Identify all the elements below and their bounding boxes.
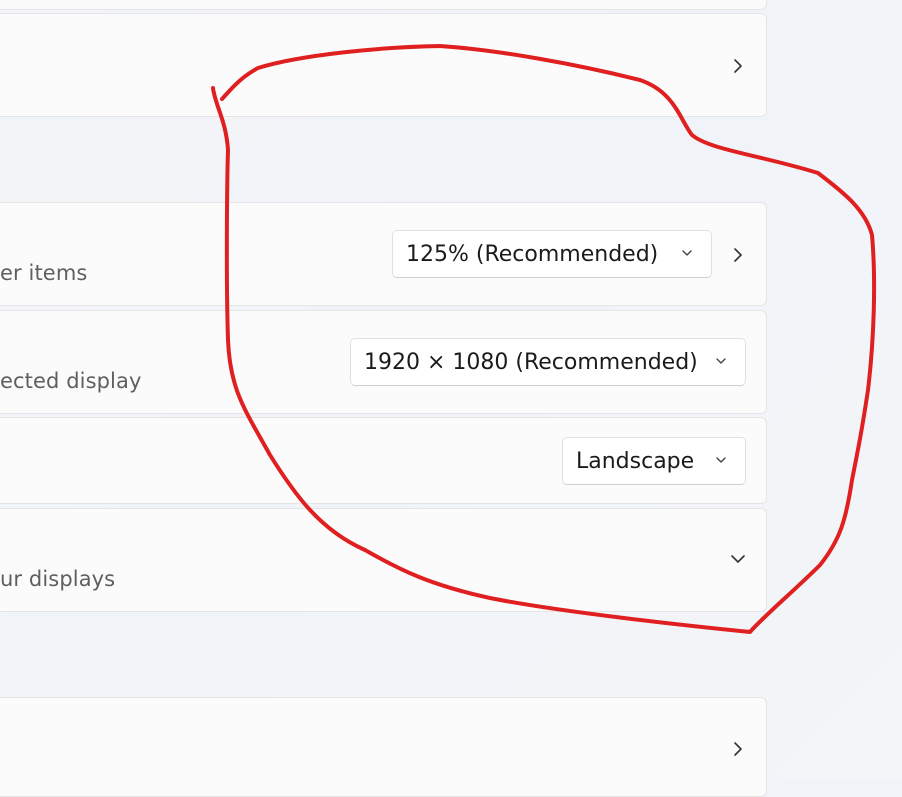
settings-row-top[interactable]	[0, 13, 767, 117]
chevron-down-icon	[716, 358, 726, 364]
resolution-dropdown[interactable]: 1920 × 1080 (Recommended)	[350, 338, 746, 386]
scale-dropdown[interactable]: 125% (Recommended)	[392, 230, 712, 278]
top-partial-card	[0, 0, 767, 10]
resolution-row: ected display 1920 × 1080 (Recommended)	[0, 310, 767, 414]
chevron-down-icon	[716, 457, 726, 463]
chevron-down-icon[interactable]	[729, 552, 747, 566]
chevron-right-icon	[734, 59, 742, 73]
settings-row-bottom[interactable]	[0, 697, 767, 797]
resolution-subtitle: ected display	[0, 369, 142, 393]
chevron-right-icon[interactable]	[731, 246, 745, 264]
resolution-dropdown-value: 1920 × 1080 (Recommended)	[364, 349, 698, 375]
scale-dropdown-value: 125% (Recommended)	[406, 241, 659, 267]
chevron-right-icon	[734, 742, 742, 756]
orientation-dropdown[interactable]: Landscape	[562, 437, 746, 485]
scale-subtitle: er items	[0, 261, 88, 285]
chevron-down-icon	[682, 250, 692, 256]
orientation-dropdown-value: Landscape	[576, 448, 695, 474]
multiple-displays-row[interactable]: ur displays	[0, 508, 767, 612]
scale-row[interactable]: er items 125% (Recommended)	[0, 202, 767, 306]
orientation-row: Landscape	[0, 417, 767, 504]
multiple-displays-subtitle: ur displays	[0, 567, 116, 591]
